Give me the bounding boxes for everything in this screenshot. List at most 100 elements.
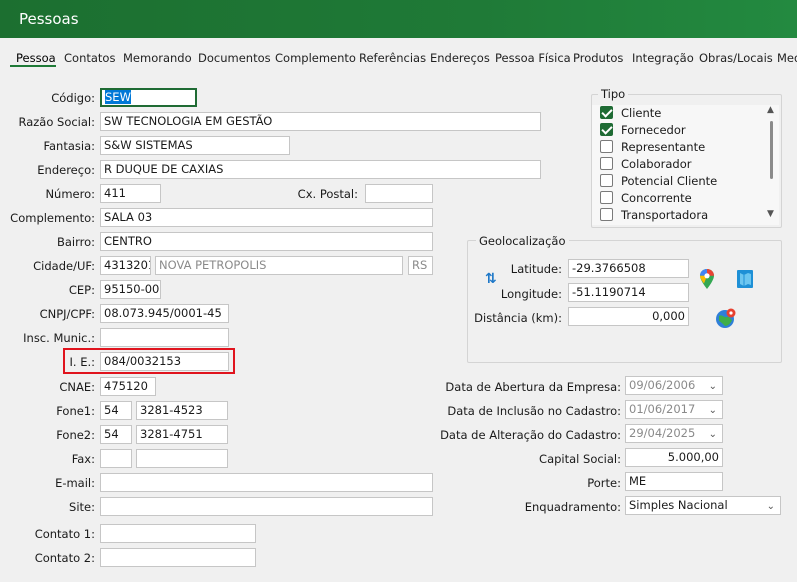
potencial-cliente-label: Potencial Cliente	[621, 174, 718, 188]
complemento-label: Complemento:	[10, 211, 95, 225]
endereco-label: Endereço:	[37, 163, 95, 177]
chevron-down-icon[interactable]: ⌄	[767, 498, 775, 515]
tab-med[interactable]: Med	[777, 51, 797, 65]
abertura-date-picker[interactable]: 09/06/2006 ⌄	[625, 376, 723, 395]
fax-number-input[interactable]	[136, 449, 228, 468]
inclusao-label: Data de Inclusão no Cadastro:	[447, 404, 621, 418]
distancia-label: Distância (km):	[474, 311, 562, 325]
tab-referencias[interactable]: Referências	[359, 51, 426, 65]
geolocalizacao-title: Geolocalização	[476, 234, 569, 248]
tipo-colaborador-row[interactable]: Colaborador	[592, 156, 760, 173]
longitude-input[interactable]: -51.1190714	[568, 283, 689, 302]
contato2-input[interactable]	[100, 548, 256, 567]
fornecedor-label: Fornecedor	[621, 123, 686, 137]
cnpj-cpf-input[interactable]: 08.073.945/0001-45	[100, 304, 229, 323]
endereco-input[interactable]: R DUQUE DE CAXIAS	[100, 160, 541, 179]
cidade-code-input[interactable]: 4313201	[100, 256, 151, 275]
razao-social-input[interactable]: SW TECNOLOGIA EM GESTÃO	[100, 112, 541, 131]
globe-icon[interactable]	[715, 307, 738, 329]
email-label: E-mail:	[55, 476, 95, 490]
site-label: Site:	[69, 500, 95, 514]
contato1-input[interactable]	[100, 524, 256, 543]
tipo-fornecedor-row[interactable]: Fornecedor	[592, 122, 760, 139]
tab-integracao[interactable]: Integração	[632, 51, 694, 65]
bairro-input[interactable]: CENTRO	[100, 232, 433, 251]
scroll-thumb[interactable]	[770, 121, 773, 179]
fantasia-label: Fantasia:	[43, 139, 95, 153]
email-input[interactable]	[100, 473, 433, 492]
fone1-number-input[interactable]: 3281-4523	[136, 401, 228, 420]
fornecedor-checkbox[interactable]	[600, 123, 613, 136]
tab-produtos[interactable]: Produtos	[573, 51, 623, 65]
latitude-input[interactable]: -29.3766508	[568, 259, 689, 278]
potencial-cliente-checkbox[interactable]	[600, 174, 613, 187]
tab-pessoa-fisica[interactable]: Pessoa Física	[495, 51, 571, 65]
google-maps-icon[interactable]	[699, 268, 715, 290]
enquadramento-select[interactable]: Simples Nacional ⌄	[625, 496, 781, 515]
inclusao-date-picker[interactable]: 01/06/2017 ⌄	[625, 400, 723, 419]
codigo-input[interactable]: SEW	[100, 88, 197, 107]
tipo-cliente-row[interactable]: Cliente	[592, 105, 760, 122]
scroll-up-icon[interactable]: ▲	[767, 105, 774, 115]
tipo-concorrente-row[interactable]: Concorrente	[592, 190, 760, 207]
chevron-down-icon[interactable]: ⌄	[709, 402, 717, 419]
representante-label: Representante	[621, 140, 706, 154]
map-book-icon[interactable]	[735, 268, 755, 290]
latitude-label: Latitude:	[510, 262, 562, 276]
refresh-icon[interactable]: ⇅	[485, 271, 497, 287]
concorrente-checkbox[interactable]	[600, 191, 613, 204]
cidade-uf-label: Cidade/UF:	[33, 259, 95, 273]
cliente-checkbox[interactable]	[600, 106, 613, 119]
tab-memorando[interactable]: Memorando	[123, 51, 192, 65]
site-input[interactable]	[100, 497, 433, 516]
fone2-ddd-input[interactable]: 54	[100, 425, 132, 444]
fone2-number-input[interactable]: 3281-4751	[136, 425, 228, 444]
distancia-input[interactable]: 0,000	[568, 307, 689, 326]
colaborador-checkbox[interactable]	[600, 157, 613, 170]
codigo-value: SEW	[105, 90, 131, 104]
longitude-label: Longitude:	[500, 287, 562, 301]
transportadora-checkbox[interactable]	[600, 208, 613, 221]
cx-postal-label: Cx. Postal:	[297, 187, 358, 201]
tab-complemento[interactable]: Complemento	[275, 51, 356, 65]
representante-checkbox[interactable]	[600, 140, 613, 153]
fantasia-input[interactable]: S&W SISTEMAS	[100, 136, 290, 155]
cep-input[interactable]: 95150-000	[100, 280, 161, 299]
numero-input[interactable]: 411	[100, 184, 161, 203]
cnae-label: CNAE:	[59, 380, 95, 394]
alteracao-value: 29/04/2025	[629, 426, 696, 440]
cx-postal-input[interactable]	[365, 184, 433, 203]
contato1-label: Contato 1:	[34, 527, 95, 541]
tipo-scrollbar[interactable]: ▲ ▼	[764, 105, 779, 225]
tab-enderecos[interactable]: Endereços	[430, 51, 490, 65]
codigo-label: Código:	[51, 91, 95, 105]
cnae-input[interactable]: 475120	[100, 377, 156, 396]
cidade-name-field: NOVA PETROPOLIS	[155, 256, 403, 275]
fone1-ddd-input[interactable]: 54	[100, 401, 132, 420]
tipo-transportadora-row[interactable]: Transportadora	[592, 207, 760, 224]
capital-social-label: Capital Social:	[539, 452, 621, 466]
chevron-down-icon[interactable]: ⌄	[709, 378, 717, 395]
tipo-title: Tipo	[598, 87, 629, 101]
fax-ddd-input[interactable]	[100, 449, 132, 468]
alteracao-date-picker[interactable]: 29/04/2025 ⌄	[625, 424, 723, 443]
tab-documentos[interactable]: Documentos	[198, 51, 271, 65]
colaborador-label: Colaborador	[621, 157, 692, 171]
alteracao-label: Data de Alteração do Cadastro:	[440, 428, 621, 442]
tab-bar: Pessoa Contatos Memorando Documentos Com…	[0, 38, 797, 68]
abertura-value: 09/06/2006	[629, 378, 696, 392]
tipo-potencial-cliente-row[interactable]: Potencial Cliente	[592, 173, 760, 190]
insc-munic-input[interactable]	[100, 328, 229, 347]
complemento-input[interactable]: SALA 03	[100, 208, 433, 227]
numero-label: Número:	[45, 187, 95, 201]
tab-contatos[interactable]: Contatos	[64, 51, 115, 65]
capital-social-input[interactable]: 5.000,00	[625, 448, 723, 467]
active-tab-indicator	[10, 65, 56, 67]
tipo-representante-row[interactable]: Representante	[592, 139, 760, 156]
tipo-list: Cliente Fornecedor Representante Colabor…	[592, 105, 779, 225]
porte-input[interactable]: ME	[625, 472, 723, 491]
tab-pessoa[interactable]: Pessoa	[16, 51, 56, 65]
scroll-down-icon[interactable]: ▼	[767, 209, 774, 219]
chevron-down-icon[interactable]: ⌄	[709, 426, 717, 443]
tab-obras-locais[interactable]: Obras/Locais	[699, 51, 773, 65]
